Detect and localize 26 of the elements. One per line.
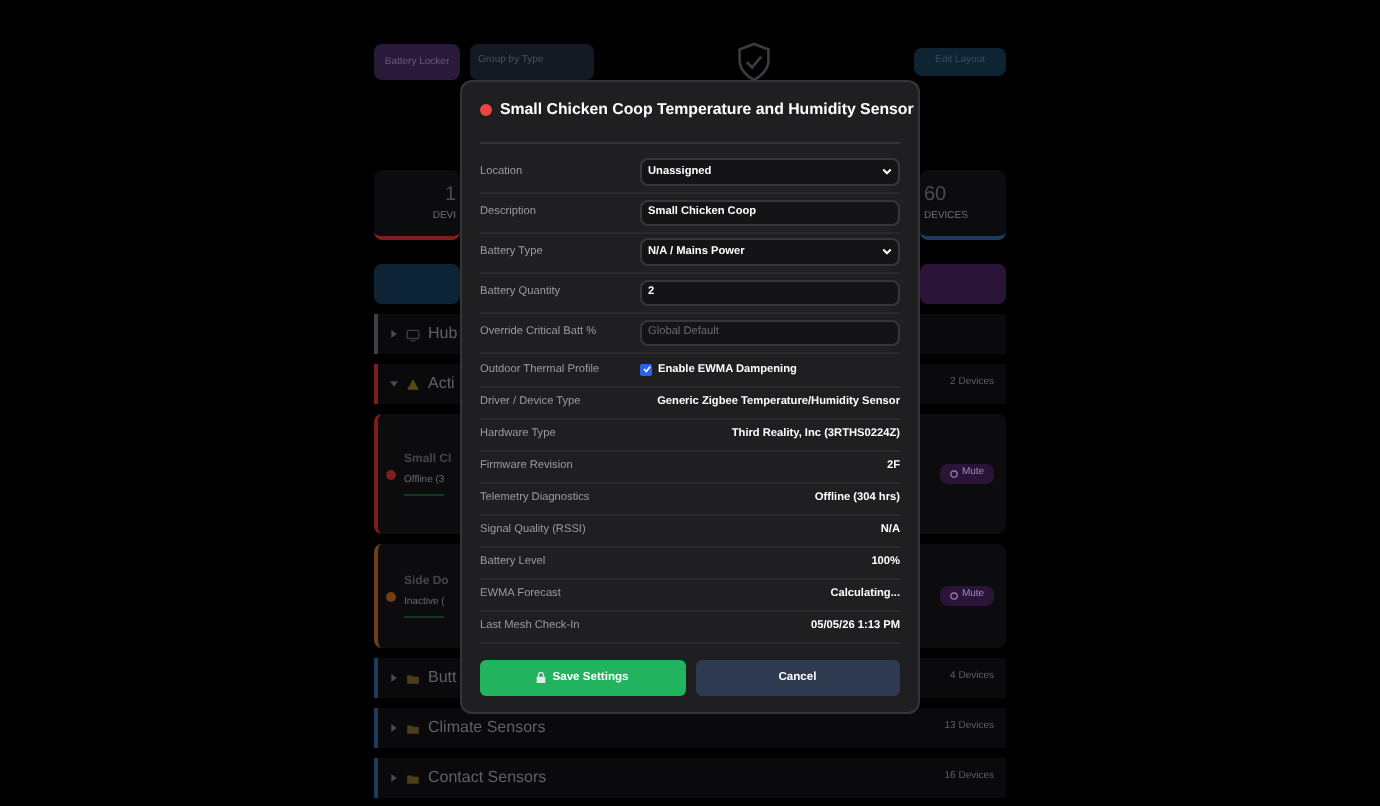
monitor-icon (406, 327, 420, 341)
chevron-down-icon (882, 168, 892, 177)
folder-icon (406, 771, 420, 785)
checkbox[interactable] (640, 363, 652, 376)
circle-icon (949, 470, 958, 478)
circle-icon (949, 592, 958, 600)
lock-icon (536, 671, 547, 684)
shield-check-icon (736, 42, 772, 82)
group-title: Climate Sensors (428, 716, 546, 740)
folder-icon (406, 671, 420, 685)
group-title: Contact Sensors (428, 766, 547, 790)
folder-icon (406, 721, 420, 735)
caret-right-icon (390, 774, 398, 782)
group-title: Butt (428, 666, 457, 690)
warning-icon (406, 377, 420, 391)
action-bar (920, 264, 1006, 304)
caret-right-icon (390, 674, 398, 682)
group-title: Hub (428, 322, 458, 346)
caret-down-icon (390, 380, 398, 388)
stat-value: 1 (444, 182, 456, 211)
action-bar (374, 264, 460, 304)
caret-right-icon (390, 330, 398, 338)
stat-value: 60 (924, 182, 947, 211)
caret-right-icon (390, 724, 398, 732)
chevron-down-icon (882, 248, 892, 257)
group-title: Acti (428, 372, 455, 396)
